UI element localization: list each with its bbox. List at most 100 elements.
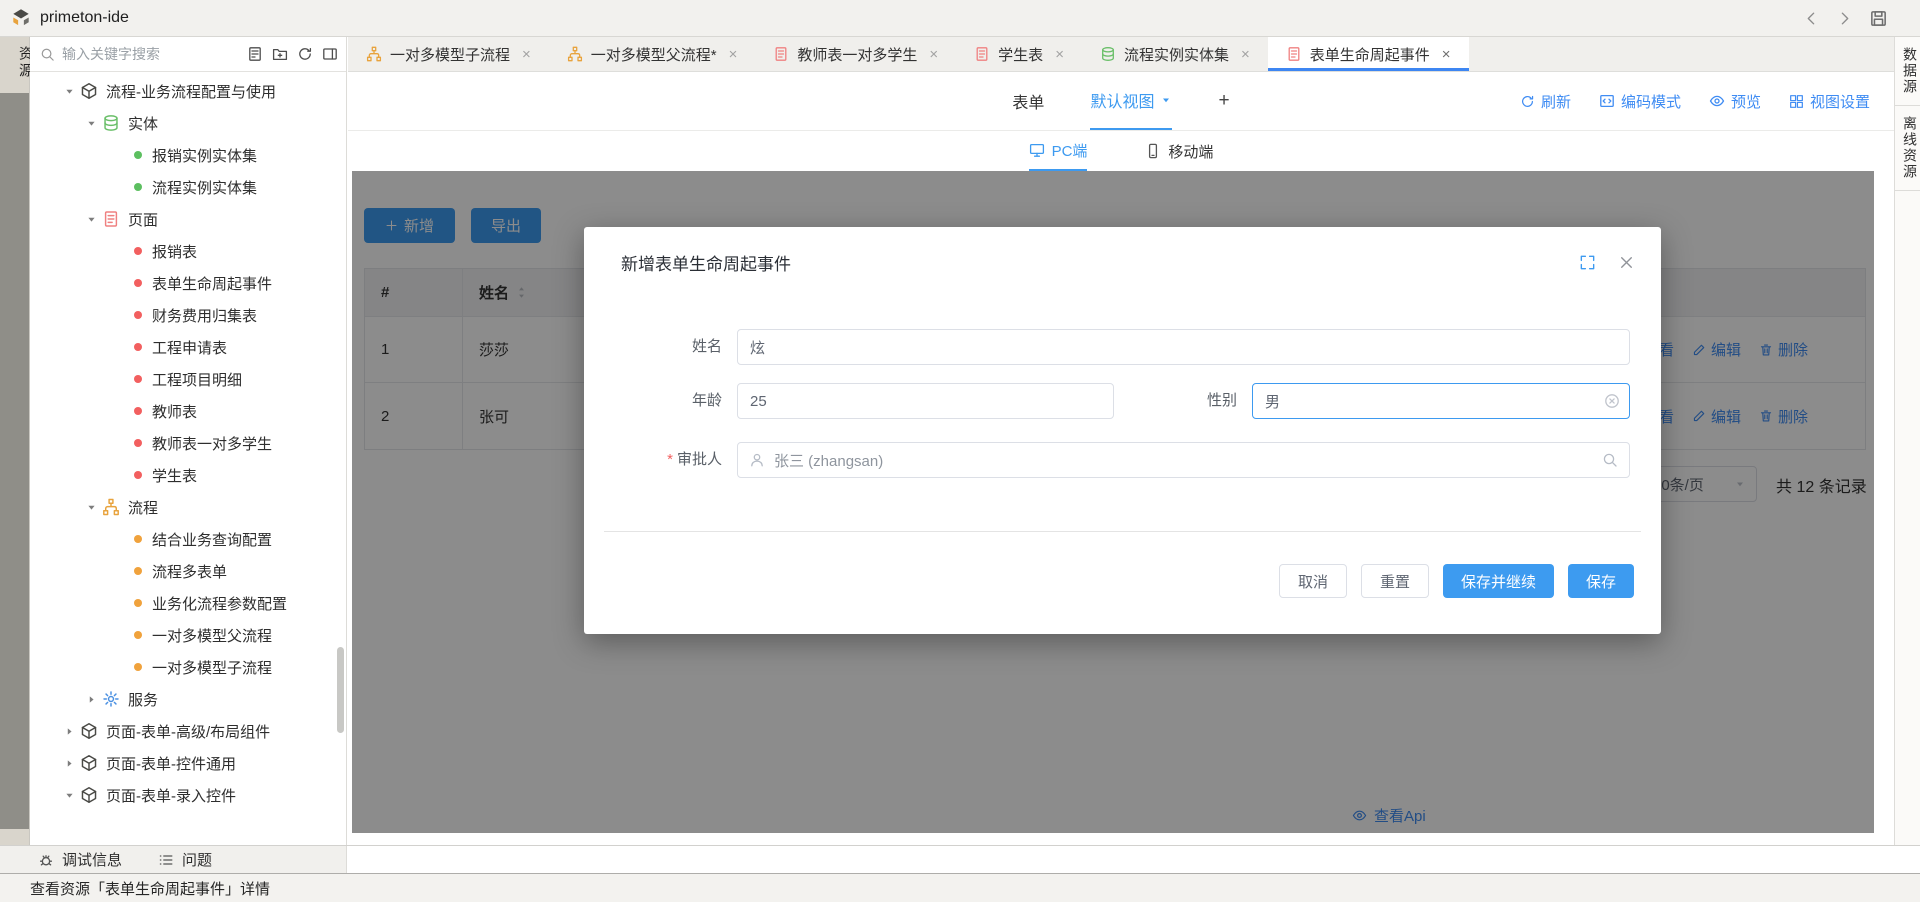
tree-item-label: 页面-表单-高级/布局组件 — [106, 721, 270, 742]
tree-item[interactable]: 流程多表单 — [30, 555, 346, 587]
caret-down-icon[interactable] — [86, 214, 97, 225]
caret-down-icon[interactable] — [64, 790, 75, 801]
save-window-icon[interactable] — [1869, 9, 1888, 28]
close-tab-icon[interactable]: × — [729, 46, 738, 63]
tree-item-label: 报销实例实体集 — [152, 145, 257, 166]
chevron-down-icon — [1160, 94, 1172, 106]
tree-item-label: 学生表 — [152, 465, 197, 486]
doc-tab[interactable]: 一对多模型子流程 × — [348, 37, 549, 71]
sidebar-scrollbar[interactable] — [337, 647, 344, 733]
resource-sidebar: 输入关键字搜索 流程-业务流程配置与使用 实体 报销实例实体集 流程实例实体集 … — [30, 37, 347, 845]
tree-item[interactable]: 业务化流程参数配置 — [30, 587, 346, 619]
refresh-tree-icon[interactable] — [297, 46, 313, 62]
search-input[interactable]: 输入关键字搜索 — [62, 44, 247, 64]
caret-down-icon[interactable] — [86, 118, 97, 129]
preview-button[interactable]: 预览 — [1709, 91, 1761, 112]
tree-item[interactable]: 页面-表单-高级/布局组件 — [30, 715, 346, 747]
close-tab-icon[interactable]: × — [1442, 46, 1451, 63]
tree-item[interactable]: 页面 — [30, 203, 346, 235]
reset-button[interactable]: 重置 — [1361, 564, 1429, 598]
page-icon — [102, 210, 120, 228]
page-dot-icon — [134, 471, 142, 479]
cancel-button[interactable]: 取消 — [1279, 564, 1347, 598]
save-and-continue-button[interactable]: 保存并继续 — [1443, 564, 1554, 598]
gender-field[interactable] — [1252, 383, 1630, 419]
caret-right-icon[interactable] — [64, 758, 75, 769]
flow-dot-icon — [134, 599, 142, 607]
forward-chevron-icon[interactable] — [1836, 10, 1853, 27]
close-icon[interactable] — [1618, 254, 1635, 271]
tree-item[interactable]: 流程实例实体集 — [30, 171, 346, 203]
tree-item-label: 业务化流程参数配置 — [152, 593, 287, 614]
page-icon — [1286, 46, 1302, 62]
tree-item[interactable]: 流程-业务流程配置与使用 — [30, 75, 346, 107]
tree-item[interactable]: 服务 — [30, 683, 346, 715]
add-view-button[interactable]: + — [1218, 72, 1229, 130]
tree-item[interactable]: 流程 — [30, 491, 346, 523]
tree-item[interactable]: 表单生命周起事件 — [30, 267, 346, 299]
age-field[interactable] — [737, 383, 1114, 419]
tree-item[interactable]: 结合业务查询配置 — [30, 523, 346, 555]
left-activity-rail: 资源 — [0, 37, 30, 845]
tree-item[interactable]: 实体 — [30, 107, 346, 139]
locate-file-icon[interactable] — [247, 46, 263, 62]
fullscreen-icon[interactable] — [1579, 254, 1596, 271]
save-button[interactable]: 保存 — [1568, 564, 1634, 598]
database-icon — [1100, 46, 1116, 62]
rail-tab-datasource[interactable]: 数据源 — [1895, 37, 1920, 106]
caret-down-icon[interactable] — [86, 502, 97, 513]
clear-field-icon[interactable] — [1604, 393, 1620, 409]
tab-mobile[interactable]: 移动端 — [1145, 131, 1213, 171]
view-settings-button[interactable]: 视图设置 — [1789, 91, 1870, 112]
doc-tab[interactable]: 学生表 × — [956, 37, 1082, 71]
database-icon — [102, 114, 120, 132]
tree-item[interactable]: 页面-表单-录入控件 — [30, 779, 346, 811]
tree-item[interactable]: 工程申请表 — [30, 331, 346, 363]
back-chevron-icon[interactable] — [1803, 10, 1820, 27]
debug-info-button[interactable]: 调试信息 — [38, 849, 122, 870]
new-folder-icon[interactable] — [272, 46, 288, 62]
flow-icon — [102, 498, 120, 516]
doc-tab[interactable]: 流程实例实体集 × — [1082, 37, 1268, 71]
tree-item-label: 页面-表单-控件通用 — [106, 753, 236, 774]
tree-item[interactable]: 教师表一对多学生 — [30, 427, 346, 459]
close-tab-icon[interactable]: × — [1055, 46, 1064, 63]
tree-item-label: 页面 — [128, 209, 158, 230]
tree-item-label: 页面-表单-录入控件 — [106, 785, 236, 806]
tab-form[interactable]: 表单 — [1012, 72, 1044, 130]
close-tab-icon[interactable]: × — [929, 46, 938, 63]
tree-item[interactable]: 一对多模型子流程 — [30, 651, 346, 683]
caret-right-icon[interactable] — [86, 694, 97, 705]
tree-item[interactable]: 一对多模型父流程 — [30, 619, 346, 651]
tree-item[interactable]: 学生表 — [30, 459, 346, 491]
tab-default-view[interactable]: 默认视图 — [1090, 72, 1172, 130]
doc-tab[interactable]: 一对多模型父流程* × — [549, 37, 756, 71]
page-dot-icon — [134, 279, 142, 287]
approver-field[interactable] — [737, 442, 1630, 478]
name-field[interactable] — [737, 329, 1630, 365]
tree-item[interactable]: 页面-表单-控件通用 — [30, 747, 346, 779]
caret-right-icon[interactable] — [64, 726, 75, 737]
tree-item-label: 工程申请表 — [152, 337, 227, 358]
tree-item[interactable]: 报销实例实体集 — [30, 139, 346, 171]
doc-tab[interactable]: 教师表一对多学生 × — [755, 37, 956, 71]
tree-item[interactable]: 工程项目明细 — [30, 363, 346, 395]
close-tab-icon[interactable]: × — [1241, 46, 1250, 63]
tree-item[interactable]: 教师表 — [30, 395, 346, 427]
add-record-modal: 新增表单生命周起事件 姓名 年龄 性别 *审批人 取消 重置 保存并继续 保存 — [584, 227, 1661, 634]
collapse-panel-icon[interactable] — [322, 46, 338, 62]
tree-item[interactable]: 财务费用归集表 — [30, 299, 346, 331]
bottom-strip: 调试信息 问题 — [0, 845, 1920, 873]
tab-pc[interactable]: PC端 — [1029, 131, 1088, 171]
code-mode-button[interactable]: 编码模式 — [1599, 91, 1681, 112]
tree-item[interactable]: 报销表 — [30, 235, 346, 267]
caret-down-icon[interactable] — [64, 86, 75, 97]
search-icon[interactable] — [1602, 452, 1618, 468]
problems-button[interactable]: 问题 — [158, 849, 212, 870]
refresh-button[interactable]: 刷新 — [1520, 91, 1571, 112]
rail-tab-offline-resources[interactable]: 离线资源 — [1895, 106, 1920, 191]
close-tab-icon[interactable]: × — [522, 46, 531, 63]
cube-icon — [80, 722, 98, 740]
modal-title: 新增表单生命周起事件 — [621, 250, 791, 275]
doc-tab-active[interactable]: 表单生命周起事件 × — [1268, 37, 1469, 71]
